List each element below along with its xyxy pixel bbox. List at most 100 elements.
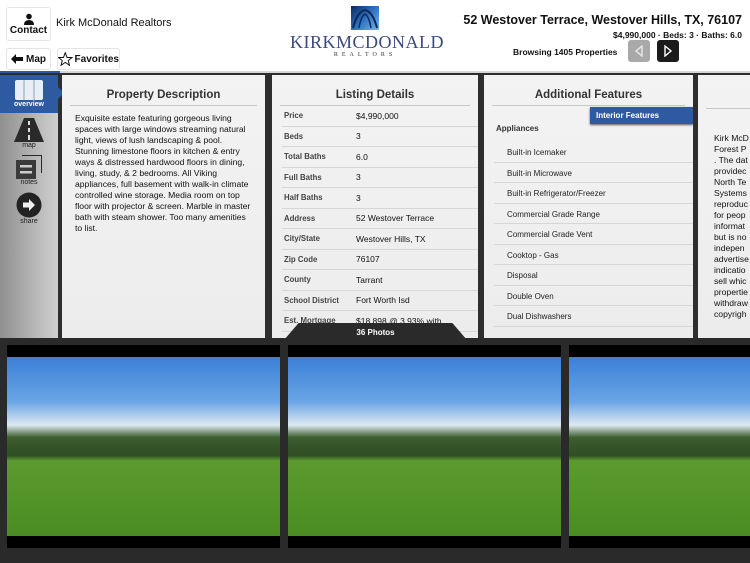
triangle-left-icon <box>634 45 643 57</box>
feature-item: Double Oven <box>494 286 693 306</box>
disclaimer-panel: Kirk McD Forest P. The dat providec North T… <box>698 75 750 340</box>
disclaimer-line: Kirk McD <box>714 133 749 143</box>
disclaimer-line: propertie <box>714 287 748 297</box>
photo-thumbnail[interactable] <box>288 345 561 548</box>
house-photo <box>7 357 280 536</box>
active-indicator <box>0 71 60 73</box>
next-button[interactable] <box>657 40 679 62</box>
photo-thumbnail[interactable] <box>7 345 280 548</box>
detail-label: City/State <box>284 234 320 244</box>
favorites-button[interactable]: Favorites <box>57 48 120 70</box>
disclaimer-line: informat <box>714 221 746 231</box>
favorites-label: Favorites <box>74 53 119 65</box>
triangle-right-icon <box>664 45 673 57</box>
listing-details-panel: Listing Details Price $4,990,000 Beds 3 Tota… <box>272 75 478 340</box>
map-button[interactable]: Map <box>6 48 51 70</box>
feature-item: Commercial Grade Vent <box>494 224 693 245</box>
listing-detail-row: Total Baths 6.0 <box>282 147 478 168</box>
interior-features-tab[interactable]: Interior Features <box>590 107 693 124</box>
disclaimer-line: but is no <box>714 232 747 242</box>
detail-value: Tarrant <box>356 274 383 285</box>
listing-detail-row: Zip Code 76107 <box>282 250 478 270</box>
listing-summary: $4,990,000 · Beds: 3 · Baths: 6.0 <box>613 30 742 40</box>
disclaimer-line: Systems <box>714 188 747 198</box>
detail-label: School District <box>284 295 340 305</box>
detail-value: $4,990,000 <box>356 110 399 121</box>
photo-thumbnail[interactable] <box>569 345 750 548</box>
feature-item: Commercial Grade Range <box>494 204 693 224</box>
browsing-count: Browsing 1405 Properties <box>513 47 618 57</box>
description-text: Exquisite estate featuring gorgeous livi… <box>75 113 251 233</box>
listing-detail-row: Full Baths 3 <box>282 168 478 188</box>
sidebar-item-map[interactable]: map <box>0 118 58 149</box>
detail-value: Fort Worth Isd <box>356 295 410 306</box>
disclaimer-line: reproduc <box>714 199 748 209</box>
listing-detail-row: Beds 3 <box>282 127 478 147</box>
detail-value: 6.0 <box>356 151 368 162</box>
sidebar-label: share <box>20 218 38 225</box>
detail-value: 3 <box>356 131 361 142</box>
detail-label: County <box>284 275 311 285</box>
listing-detail-row: County Tarrant <box>282 270 478 291</box>
detail-label: Zip Code <box>284 254 318 264</box>
listing-details-table: Price $4,990,000 Beds 3 Total Baths 6.0 Full B… <box>272 106 478 332</box>
house-photo <box>288 357 561 536</box>
listing-detail-row: City/State Westover Hills, TX <box>282 229 478 250</box>
feature-item: Built-in Microwave <box>494 163 693 183</box>
disclaimer-line: North Te <box>714 177 747 187</box>
sidebar-item-overview[interactable]: overview <box>0 75 64 113</box>
detail-value: 3 <box>356 192 361 203</box>
panel-title: Additional Features <box>492 75 685 106</box>
feature-item: Dual Dishwashers <box>494 306 693 327</box>
sidebar: overview map notes share <box>0 75 64 340</box>
house-photo <box>569 357 750 536</box>
sidebar-item-share[interactable]: share <box>0 192 58 225</box>
star-icon <box>58 52 73 66</box>
panel-title: Listing Details <box>280 75 470 106</box>
address-title: 52 Westover Terrace, Westover Hills, TX,… <box>463 13 742 27</box>
feature-item: Disposal <box>494 265 693 286</box>
disclaimer-line: indicatio <box>714 265 746 275</box>
notes-icon <box>16 155 42 179</box>
disclaimer-line: . The dat <box>714 155 748 165</box>
arrow-left-icon <box>11 54 23 64</box>
detail-value: 76107 <box>356 254 380 265</box>
header: Contact Kirk McDonald Realtors Map Favor… <box>0 0 750 73</box>
listing-detail-row: Half Baths 3 <box>282 188 478 209</box>
detail-label: Full Baths <box>284 172 322 182</box>
sidebar-item-notes[interactable]: notes <box>0 155 58 186</box>
detail-value: Westover Hills, TX <box>356 233 426 244</box>
disclaimer-line: indepen <box>714 243 745 253</box>
disclaimer-line: copyrigh <box>714 309 747 319</box>
sidebar-label: map <box>22 142 36 149</box>
contact-button[interactable]: Contact <box>6 7 51 41</box>
feature-item: Built-in Icemaker <box>494 142 693 163</box>
contact-label: Contact <box>9 24 48 36</box>
feature-item: Cooktop - Gas <box>494 245 693 265</box>
listing-detail-row: Address 52 Westover Terrace <box>282 209 478 229</box>
disclaimer-line: sell whic <box>714 276 747 286</box>
disclaimer-line: providec <box>714 166 747 176</box>
share-arrow-icon <box>16 192 42 218</box>
listing-detail-row: School District Fort Worth Isd <box>282 291 478 311</box>
logo-name: KIRKMCDONALD <box>290 32 444 52</box>
photos-count-tab[interactable]: 36 Photos <box>284 323 467 340</box>
person-icon <box>23 13 34 25</box>
disclaimer-line: for peop <box>714 210 746 220</box>
additional-features-panel: Additional Features Interior Features Ap… <box>484 75 693 340</box>
sidebar-label: notes <box>20 179 38 186</box>
disclaimer-text: Kirk McD Forest P. The dat providec North T… <box>698 109 750 320</box>
disclaimer-line: withdraw <box>714 298 748 308</box>
previous-button[interactable] <box>628 40 650 62</box>
listing-detail-row: Price $4,990,000 <box>282 106 478 127</box>
logo-mark-icon <box>351 6 379 30</box>
detail-label: Price <box>284 111 304 121</box>
panel-title: Property Description <box>70 75 257 106</box>
map-label: Map <box>26 53 46 65</box>
overview-icon <box>15 80 43 100</box>
detail-value: 3 <box>356 172 361 183</box>
logo: KIRKMCDONALD REALTORS <box>290 6 444 64</box>
detail-value: 52 Westover Terrace <box>356 213 435 224</box>
detail-label: Beds <box>284 131 304 141</box>
detail-label: Half Baths <box>284 193 323 203</box>
